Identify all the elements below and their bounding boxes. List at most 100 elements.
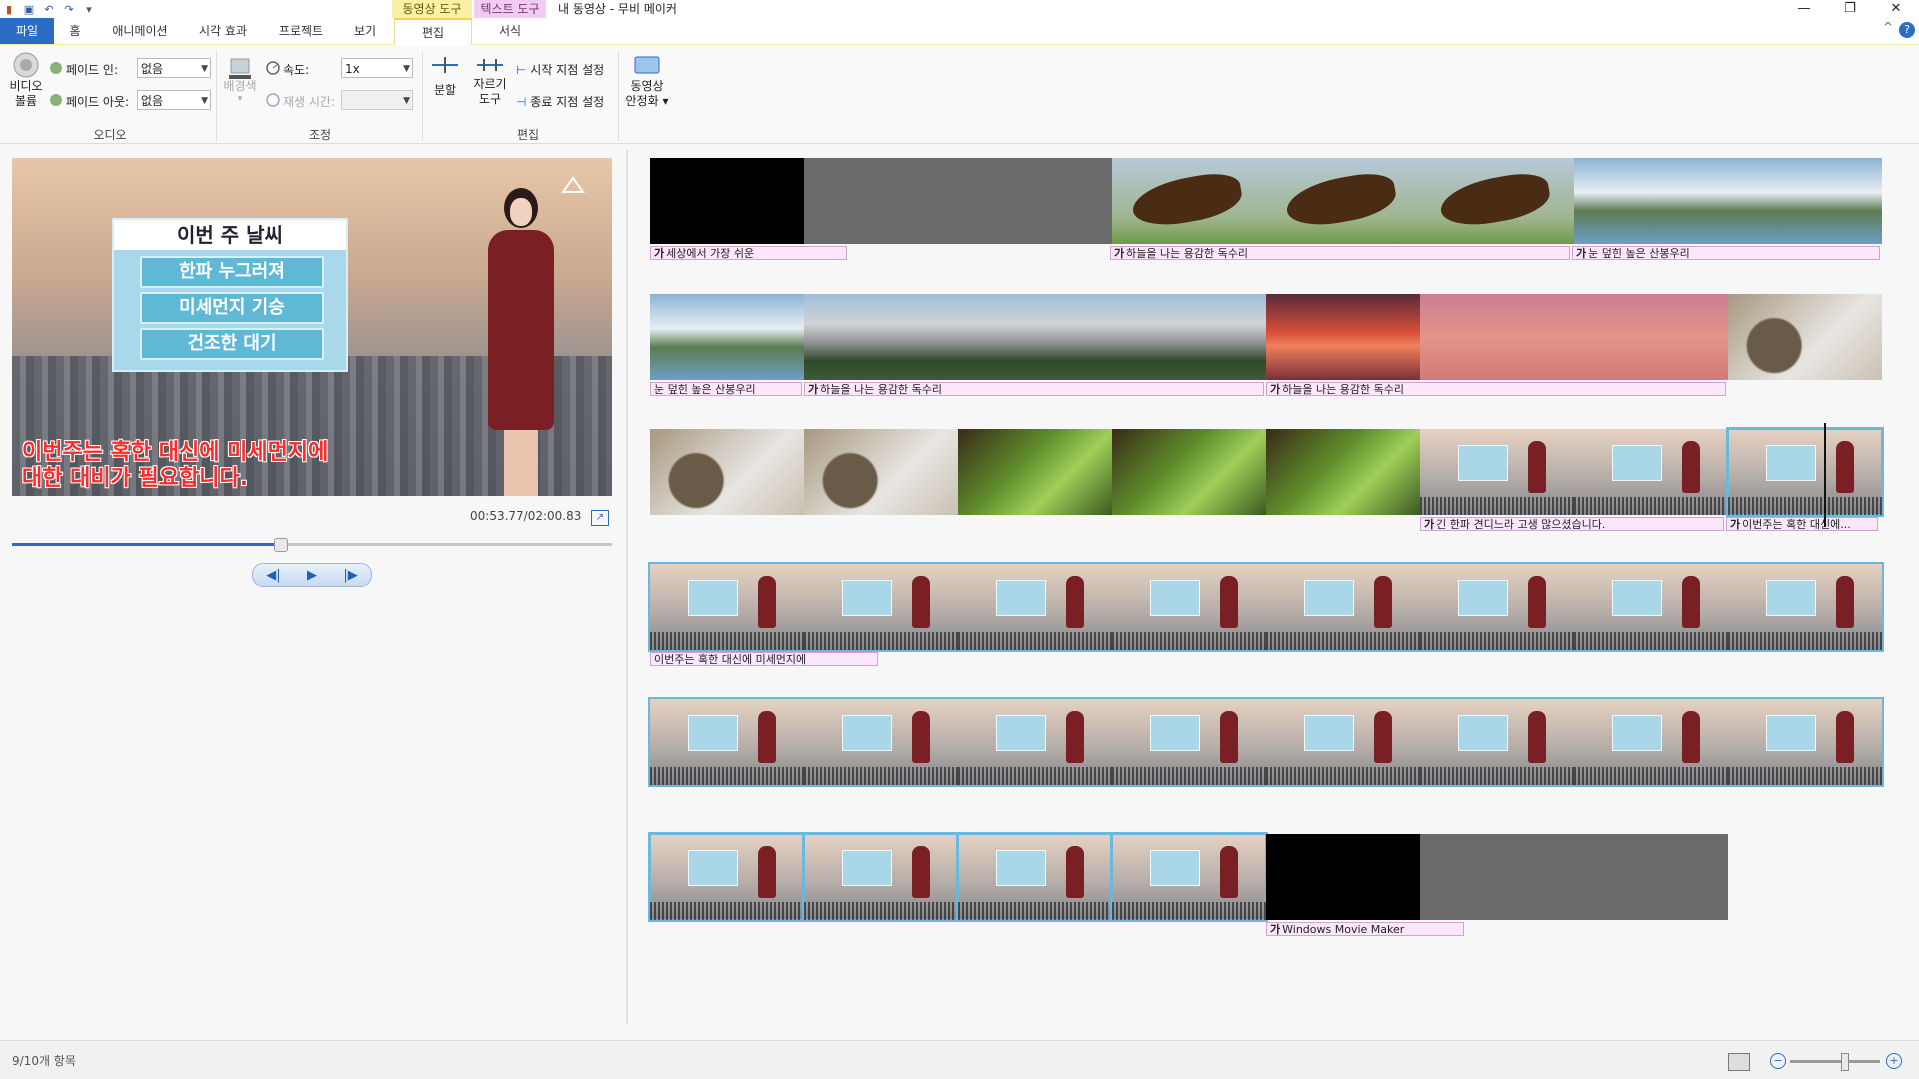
duration-input[interactable]: ▼ xyxy=(341,90,413,110)
clip-weather[interactable] xyxy=(650,699,804,785)
clip-sunset[interactable] xyxy=(1420,294,1574,380)
app-menu-icon[interactable]: ▮ xyxy=(2,2,16,16)
clip-weather[interactable] xyxy=(1574,429,1728,515)
clip-smoke[interactable] xyxy=(1112,294,1266,380)
caption-clip[interactable]: 이번주는 혹한 대신에 미세먼지에 xyxy=(650,652,878,666)
set-start-button[interactable]: ⊢ 시작 지점 설정 xyxy=(516,61,604,78)
seek-thumb[interactable] xyxy=(273,538,288,552)
background-color-button[interactable]: 배경색 ▾ xyxy=(222,51,258,104)
clip-credits-frame[interactable] xyxy=(1266,834,1420,920)
clip-weather[interactable] xyxy=(1574,564,1728,650)
video-stabilization-button[interactable]: 동영상 안정화 ▾ xyxy=(622,51,672,109)
clip-cat[interactable] xyxy=(650,429,804,515)
clip-weather[interactable] xyxy=(958,564,1112,650)
undo-icon[interactable]: ↶ xyxy=(42,2,56,16)
clip-weather-selected[interactable] xyxy=(1726,427,1884,517)
tab-format[interactable]: 서식 xyxy=(478,18,542,44)
clip-cat[interactable] xyxy=(1728,294,1882,380)
clip-weather[interactable] xyxy=(650,564,804,650)
fade-out-select[interactable]: 없음 ▼ xyxy=(137,90,211,110)
caption-clip[interactable]: 가 이번주는 혹한 대신에... xyxy=(1726,517,1878,531)
zoom-out-icon[interactable]: − xyxy=(1770,1053,1786,1069)
clip-weather[interactable] xyxy=(1420,564,1574,650)
clip-title-frame[interactable] xyxy=(804,158,958,244)
clip-weather[interactable] xyxy=(958,699,1112,785)
clip-weather[interactable] xyxy=(1112,699,1266,785)
tab-project[interactable]: 프로젝트 xyxy=(270,18,332,44)
caption-clip[interactable]: 가 세상에서 가장 쉬운 xyxy=(650,246,847,260)
set-end-button[interactable]: ⊣ 종료 지점 설정 xyxy=(516,93,604,110)
clip-credits-frame[interactable] xyxy=(1420,834,1574,920)
minimize-button[interactable]: — xyxy=(1781,0,1827,18)
clip-mountain[interactable] xyxy=(1574,158,1728,244)
zoom-track[interactable] xyxy=(1790,1060,1880,1063)
fullscreen-preview-icon[interactable]: ↗ xyxy=(591,510,609,526)
tab-home[interactable]: 홈 xyxy=(62,18,88,44)
zoom-thumb[interactable] xyxy=(1841,1053,1849,1071)
zoom-slider[interactable]: − + xyxy=(1770,1053,1902,1071)
previous-frame-icon[interactable]: ◀| xyxy=(266,568,280,583)
close-button[interactable]: ✕ xyxy=(1873,0,1919,18)
tab-view[interactable]: 보기 xyxy=(346,18,384,44)
seek-bar[interactable] xyxy=(12,538,612,552)
clip-weather-selected[interactable] xyxy=(648,832,806,922)
split-button[interactable]: 분할 xyxy=(428,53,462,98)
playhead[interactable] xyxy=(1824,423,1826,527)
video-preview[interactable]: 이번 주 날씨 한파 누그러져 미세먼지 기승 건조한 대기 이번주는 혹한 대… xyxy=(12,158,612,496)
caption-clip[interactable]: 가 하늘을 나는 용감한 독수리 xyxy=(1110,246,1570,260)
collapse-ribbon-icon[interactable]: ^ xyxy=(1883,20,1893,34)
clip-eagle[interactable] xyxy=(1420,158,1574,244)
clip-leaf[interactable] xyxy=(1112,429,1266,515)
clip-weather[interactable] xyxy=(804,564,958,650)
video-volume-button[interactable]: 비디오 볼륨 xyxy=(8,51,44,109)
caption-clip[interactable]: 가눈 덮힌 높은 산봉우리 xyxy=(1572,246,1880,260)
caption-clip[interactable]: 가 하늘을 나는 용감한 독수리 xyxy=(1266,382,1726,396)
clip-weather[interactable] xyxy=(1420,699,1574,785)
clip-mountain[interactable] xyxy=(1728,158,1882,244)
tab-file[interactable]: 파일 xyxy=(0,18,54,44)
clip-weather[interactable] xyxy=(1728,699,1882,785)
clip-weather-selected[interactable] xyxy=(956,832,1114,922)
clip-weather[interactable] xyxy=(1266,564,1420,650)
restore-button[interactable]: ❐ xyxy=(1827,0,1873,18)
clip-weather[interactable] xyxy=(1574,699,1728,785)
clip-weather[interactable] xyxy=(1266,699,1420,785)
caption-clip[interactable]: 가 하늘을 나는 용감한 독수리 xyxy=(804,382,1264,396)
trim-tool-button[interactable]: 자르기 도구 xyxy=(470,53,510,107)
tab-visual-effects[interactable]: 시각 효과 xyxy=(190,18,256,44)
play-icon[interactable]: ▶ xyxy=(307,568,317,583)
clip-title-frame[interactable] xyxy=(958,158,1112,244)
clip-smoke[interactable] xyxy=(958,294,1112,380)
zoom-in-icon[interactable]: + xyxy=(1886,1053,1902,1069)
clip-sunset[interactable] xyxy=(1574,294,1728,380)
storyboard-view-icon[interactable] xyxy=(1728,1053,1750,1071)
clip-weather[interactable] xyxy=(1112,564,1266,650)
customize-qat-icon[interactable]: ▾ xyxy=(82,2,96,16)
caption-clip[interactable]: 가긴 한파 견디느라 고생 많으셨습니다. xyxy=(1420,517,1724,531)
clip-cat[interactable] xyxy=(804,429,958,515)
clip-title-frame[interactable] xyxy=(650,158,804,244)
save-icon[interactable]: ▣ xyxy=(22,2,36,16)
clip-weather[interactable] xyxy=(1420,429,1574,515)
clip-weather-selected[interactable] xyxy=(1110,832,1268,922)
pane-divider[interactable] xyxy=(626,150,628,1025)
tab-animation[interactable]: 애니메이션 xyxy=(104,18,176,44)
clip-credits-frame[interactable] xyxy=(1574,834,1728,920)
clip-weather-selected[interactable] xyxy=(802,832,960,922)
help-icon[interactable]: ? xyxy=(1899,22,1915,38)
clip-mountain[interactable] xyxy=(650,294,804,380)
speed-select[interactable]: 1x ▼ xyxy=(341,58,413,78)
clip-eagle[interactable] xyxy=(1266,158,1420,244)
clip-leaf[interactable] xyxy=(1266,429,1420,515)
caption-clip[interactable]: 가 Windows Movie Maker xyxy=(1266,922,1464,936)
tab-edit[interactable]: 편집 xyxy=(394,18,472,46)
clip-weather[interactable] xyxy=(1728,564,1882,650)
clip-weather[interactable] xyxy=(804,699,958,785)
redo-icon[interactable]: ↷ xyxy=(62,2,76,16)
clip-smoke[interactable] xyxy=(804,294,958,380)
clip-eagle[interactable] xyxy=(1112,158,1266,244)
fade-in-select[interactable]: 없음 ▼ xyxy=(137,58,211,78)
next-frame-icon[interactable]: |▶ xyxy=(343,568,357,583)
clip-sunset[interactable] xyxy=(1266,294,1420,380)
clip-leaf[interactable] xyxy=(958,429,1112,515)
